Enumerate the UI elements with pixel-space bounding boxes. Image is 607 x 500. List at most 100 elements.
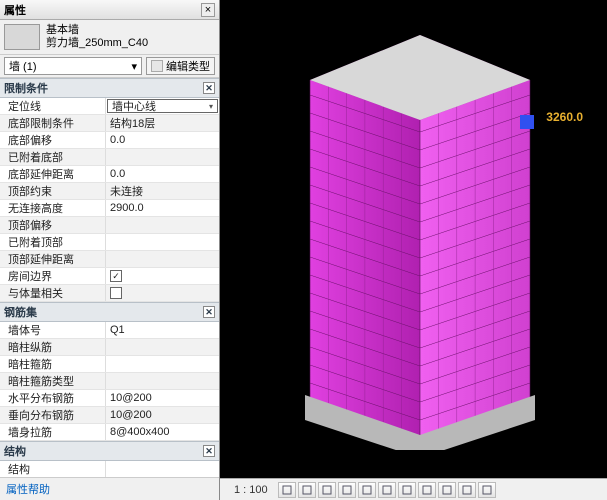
property-value[interactable]: 结构18层 <box>106 115 219 131</box>
property-value[interactable]: 未连接 <box>106 183 219 199</box>
chevron-down-icon: ▾ <box>131 60 137 73</box>
property-value[interactable] <box>106 461 219 477</box>
property-value[interactable]: Q1 <box>106 322 219 338</box>
property-row[interactable]: 顶部延伸距离 <box>0 251 219 268</box>
type-selector-row[interactable]: 基本墙 剪力墙_250mm_C40 <box>0 20 219 55</box>
view-control-bar: 1 : 100 <box>220 478 607 500</box>
property-row[interactable]: 已附着底部 <box>0 149 219 166</box>
property-group-header[interactable]: 限制条件✕ <box>0 78 219 98</box>
property-group-header[interactable]: 结构✕ <box>0 441 219 461</box>
hide-button[interactable] <box>358 482 376 498</box>
property-row[interactable]: 底部偏移0.0 <box>0 132 219 149</box>
property-value[interactable] <box>106 373 219 389</box>
property-label: 结构 <box>0 461 106 477</box>
property-value[interactable]: 墙中心线▾ <box>107 99 218 113</box>
property-label: 顶部偏移 <box>0 217 106 233</box>
properties-panel: 属性 × 基本墙 剪力墙_250mm_C40 墙 (1) ▾ 编辑类型 限制条件… <box>0 0 220 500</box>
property-value[interactable] <box>106 285 219 301</box>
instance-selector-text: 墙 (1) <box>9 58 37 74</box>
panel-header: 属性 × <box>0 0 219 20</box>
crop-button[interactable] <box>338 482 356 498</box>
property-value[interactable]: 10@200 <box>106 390 219 406</box>
property-row[interactable]: 与体量相关 <box>0 285 219 302</box>
property-value[interactable] <box>106 251 219 267</box>
option-button[interactable] <box>478 482 496 498</box>
instance-selector[interactable]: 墙 (1) ▾ <box>4 57 142 75</box>
property-row[interactable]: 暗柱纵筋 <box>0 339 219 356</box>
property-label: 底部偏移 <box>0 132 106 148</box>
property-group-header[interactable]: 钢筋集✕ <box>0 302 219 322</box>
property-label: 顶部约束 <box>0 183 106 199</box>
property-label: 垂向分布钢筋 <box>0 407 106 423</box>
property-value[interactable]: 0.0 <box>106 166 219 182</box>
reveal-button[interactable] <box>378 482 396 498</box>
property-row[interactable]: 暗柱箍筋类型 <box>0 373 219 390</box>
property-value[interactable]: 10@200 <box>106 407 219 423</box>
property-row[interactable]: 水平分布钢筋10@200 <box>0 390 219 407</box>
property-row[interactable]: 无连接高度2900.0 <box>0 200 219 217</box>
properties-help-link[interactable]: 属性帮助 <box>0 477 219 500</box>
property-label: 水平分布钢筋 <box>0 390 106 406</box>
dimension-annotation: 3260.0 <box>546 110 583 124</box>
close-icon[interactable]: × <box>201 3 215 17</box>
constraints-button[interactable] <box>398 482 416 498</box>
property-label: 已附着顶部 <box>0 234 106 250</box>
property-label: 底部限制条件 <box>0 115 106 131</box>
properties-list[interactable]: 限制条件✕定位线墙中心线▾底部限制条件结构18层底部偏移0.0已附着底部底部延伸… <box>0 78 219 477</box>
link-button[interactable] <box>458 482 476 498</box>
collapse-icon[interactable]: ✕ <box>203 82 215 94</box>
property-row[interactable]: 顶部偏移 <box>0 217 219 234</box>
graphic-display-button[interactable] <box>278 482 296 498</box>
sun-path-button[interactable] <box>298 482 316 498</box>
property-label: 底部延伸距离 <box>0 166 106 182</box>
property-value[interactable]: ✓ <box>106 268 219 284</box>
property-label: 暗柱箍筋 <box>0 356 106 372</box>
property-label: 无连接高度 <box>0 200 106 216</box>
instance-selector-row: 墙 (1) ▾ 编辑类型 <box>0 55 219 78</box>
edit-type-icon <box>151 60 163 72</box>
edit-type-button[interactable]: 编辑类型 <box>146 57 215 75</box>
collapse-icon[interactable]: ✕ <box>203 306 215 318</box>
property-value[interactable] <box>106 234 219 250</box>
property-label: 墙身拉筋 <box>0 424 106 440</box>
view-scale[interactable]: 1 : 100 <box>234 484 268 496</box>
property-row[interactable]: 墙体号Q1 <box>0 322 219 339</box>
property-label: 房间边界 <box>0 268 106 284</box>
property-row[interactable]: 定位线墙中心线▾ <box>0 98 219 115</box>
property-label: 与体量相关 <box>0 285 106 301</box>
collapse-icon[interactable]: ✕ <box>203 445 215 457</box>
property-value[interactable] <box>106 339 219 355</box>
property-row[interactable]: 底部延伸距离0.0 <box>0 166 219 183</box>
property-row[interactable]: 房间边界 ✓ <box>0 268 219 285</box>
temp-hide-button[interactable] <box>418 482 436 498</box>
type-preview-swatch <box>4 24 40 50</box>
property-value[interactable]: 8@400x400 <box>106 424 219 440</box>
property-label: 暗柱箍筋类型 <box>0 373 106 389</box>
building-model[interactable] <box>270 20 560 450</box>
property-row[interactable]: 结构 <box>0 461 219 477</box>
property-value[interactable] <box>106 356 219 372</box>
type-name: 剪力墙_250mm_C40 <box>46 37 215 50</box>
property-value[interactable] <box>106 217 219 233</box>
property-row[interactable]: 底部限制条件结构18层 <box>0 115 219 132</box>
worksets-button[interactable] <box>438 482 456 498</box>
property-label: 顶部延伸距离 <box>0 251 106 267</box>
checkbox[interactable]: ✓ <box>110 270 122 282</box>
property-row[interactable]: 墙身拉筋8@400x400 <box>0 424 219 441</box>
property-row[interactable]: 垂向分布钢筋10@200 <box>0 407 219 424</box>
type-family: 基本墙 <box>46 24 215 37</box>
property-label: 已附着底部 <box>0 149 106 165</box>
type-text: 基本墙 剪力墙_250mm_C40 <box>46 24 215 50</box>
property-value[interactable] <box>106 149 219 165</box>
property-value[interactable]: 0.0 <box>106 132 219 148</box>
checkbox[interactable] <box>110 287 122 299</box>
property-row[interactable]: 已附着顶部 <box>0 234 219 251</box>
property-value[interactable]: 2900.0 <box>106 200 219 216</box>
property-label: 定位线 <box>0 98 106 114</box>
shadows-button[interactable] <box>318 482 336 498</box>
3d-viewport[interactable]: 3260.0 <box>220 0 607 478</box>
edit-type-label: 编辑类型 <box>166 58 210 74</box>
property-label: 暗柱纵筋 <box>0 339 106 355</box>
property-row[interactable]: 暗柱箍筋 <box>0 356 219 373</box>
property-row[interactable]: 顶部约束未连接 <box>0 183 219 200</box>
